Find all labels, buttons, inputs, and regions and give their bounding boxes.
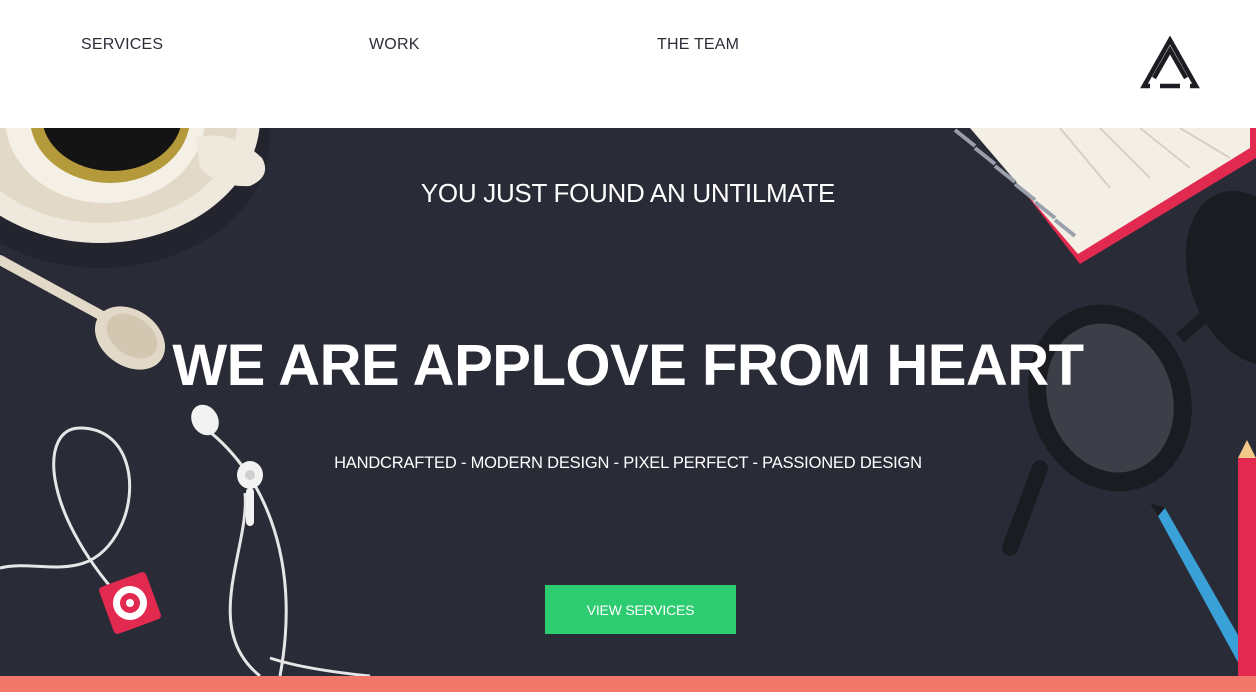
triangle-logo-icon[interactable]: [1140, 36, 1200, 92]
nav-link-the-team[interactable]: THE TEAM: [657, 36, 739, 54]
nav-link-work[interactable]: WORK: [369, 36, 420, 54]
hero-eyebrow: YOU JUST FOUND AN UNTILMATE: [420, 178, 836, 208]
section-divider-strip: [0, 676, 1256, 692]
nav-link-services[interactable]: SERVICES: [81, 36, 163, 54]
hero-headline: WE ARE APPLOVE FROM HEART: [172, 333, 1084, 398]
top-navigation: SERVICES WORK THE TEAM: [0, 0, 1256, 128]
hero-tagline: HANDCRAFTED - MODERN DESIGN - PIXEL PERF…: [334, 454, 922, 472]
view-services-button[interactable]: VIEW SERVICES: [545, 585, 736, 634]
hero-section: YOU JUST FOUND AN UNTILMATE WE ARE APPLO…: [0, 128, 1256, 676]
pencil-icon: [1150, 440, 1256, 676]
music-player-icon: [99, 572, 161, 634]
